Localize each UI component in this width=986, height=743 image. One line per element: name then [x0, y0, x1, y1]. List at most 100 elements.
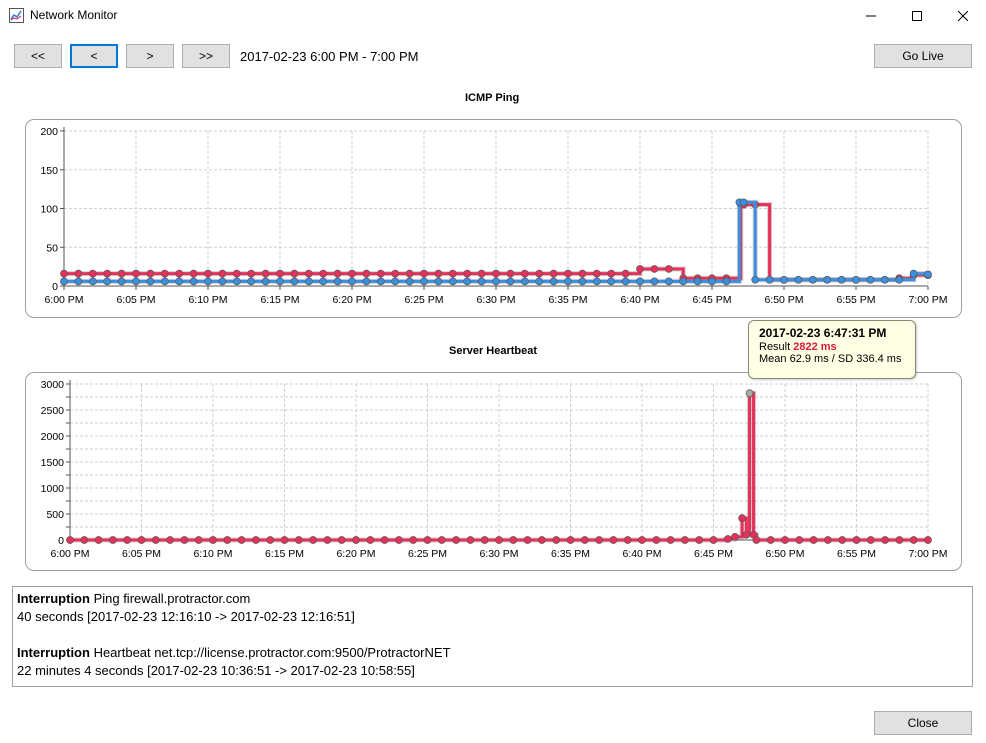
data-point[interactable] [509, 536, 518, 544]
data-point[interactable] [175, 277, 184, 286]
data-point[interactable] [765, 275, 774, 284]
data-point[interactable] [380, 536, 389, 544]
data-point[interactable] [636, 277, 644, 286]
data-point[interactable] [309, 536, 317, 544]
data-point[interactable] [866, 536, 875, 544]
data-point[interactable] [666, 536, 675, 544]
data-point[interactable] [466, 536, 475, 544]
data-point[interactable] [535, 269, 544, 278]
data-point[interactable] [261, 269, 270, 278]
data-point[interactable] [623, 536, 632, 544]
data-point[interactable] [742, 530, 751, 539]
data-point[interactable] [103, 269, 112, 278]
data-point[interactable] [695, 536, 704, 544]
data-point[interactable] [595, 536, 603, 544]
data-point[interactable] [204, 277, 212, 286]
data-point[interactable] [60, 269, 68, 278]
interruption-log[interactable]: Interruption Ping firewall.protractor.co… [12, 586, 973, 687]
data-point[interactable] [423, 536, 432, 544]
data-point[interactable] [552, 536, 561, 544]
data-point[interactable] [607, 269, 616, 278]
data-point[interactable] [437, 536, 446, 544]
data-point[interactable] [409, 536, 418, 544]
data-point[interactable] [650, 265, 659, 273]
data-point[interactable] [391, 277, 400, 286]
data-point[interactable] [405, 269, 414, 278]
data-point[interactable] [376, 269, 385, 278]
data-point[interactable] [881, 536, 889, 544]
data-point[interactable] [852, 275, 860, 284]
data-point[interactable] [137, 536, 146, 544]
data-point[interactable] [838, 536, 847, 544]
data-point[interactable] [895, 275, 904, 284]
data-point[interactable] [781, 536, 789, 544]
data-point[interactable] [333, 269, 342, 278]
data-point[interactable] [808, 275, 817, 284]
data-point[interactable] [852, 536, 861, 544]
data-point[interactable] [477, 277, 486, 286]
data-point[interactable] [723, 535, 732, 543]
data-point[interactable] [609, 536, 618, 544]
data-point[interactable] [223, 536, 232, 544]
data-point[interactable] [117, 277, 126, 286]
data-point[interactable] [895, 536, 904, 544]
data-point[interactable] [837, 275, 846, 284]
data-point[interactable] [434, 277, 443, 286]
data-point[interactable] [304, 269, 313, 278]
data-point[interactable] [578, 277, 587, 286]
data-point[interactable] [739, 198, 748, 207]
data-point[interactable] [909, 269, 918, 278]
data-point[interactable] [304, 277, 313, 286]
data-point[interactable] [564, 277, 572, 286]
data-point[interactable] [866, 275, 875, 284]
data-point[interactable] [592, 269, 601, 278]
data-point[interactable] [564, 269, 572, 278]
data-point[interactable] [333, 277, 342, 286]
data-point[interactable] [731, 533, 739, 541]
data-point[interactable] [276, 277, 284, 286]
data-point[interactable] [751, 275, 760, 284]
data-point[interactable] [549, 277, 558, 286]
data-point[interactable] [823, 275, 832, 284]
data-point[interactable] [160, 277, 169, 286]
data-point[interactable] [709, 536, 718, 544]
data-point[interactable] [132, 269, 140, 278]
data-point[interactable] [117, 269, 126, 278]
close-button[interactable]: Close [874, 711, 972, 735]
data-point[interactable] [809, 536, 818, 544]
data-point[interactable] [294, 536, 303, 544]
data-point[interactable] [103, 277, 112, 286]
data-point[interactable] [924, 270, 932, 279]
data-point[interactable] [452, 536, 460, 544]
data-point[interactable] [463, 277, 472, 286]
data-point[interactable] [520, 277, 529, 286]
data-point[interactable] [520, 269, 529, 278]
data-point[interactable] [366, 536, 375, 544]
data-point[interactable] [391, 269, 400, 278]
data-point[interactable] [180, 536, 189, 544]
data-point[interactable] [261, 277, 270, 286]
data-point[interactable] [745, 389, 754, 398]
data-point[interactable] [924, 536, 932, 544]
data-point[interactable] [232, 277, 241, 286]
data-point[interactable] [74, 277, 83, 286]
data-point[interactable] [780, 275, 788, 284]
data-point[interactable] [175, 269, 184, 278]
data-point[interactable] [708, 277, 716, 286]
data-point[interactable] [506, 269, 515, 278]
data-point[interactable] [738, 514, 746, 523]
data-point[interactable] [237, 536, 246, 544]
data-point[interactable] [88, 277, 97, 286]
data-point[interactable] [722, 277, 731, 286]
data-point[interactable] [66, 536, 74, 544]
data-point[interactable] [123, 536, 132, 544]
data-point[interactable] [151, 536, 160, 544]
data-point[interactable] [523, 536, 532, 544]
data-point[interactable] [362, 277, 371, 286]
data-point[interactable] [463, 269, 472, 278]
data-point[interactable] [352, 536, 360, 544]
data-point[interactable] [209, 536, 217, 544]
data-point[interactable] [592, 277, 601, 286]
data-point[interactable] [218, 277, 227, 286]
data-point[interactable] [566, 536, 575, 544]
